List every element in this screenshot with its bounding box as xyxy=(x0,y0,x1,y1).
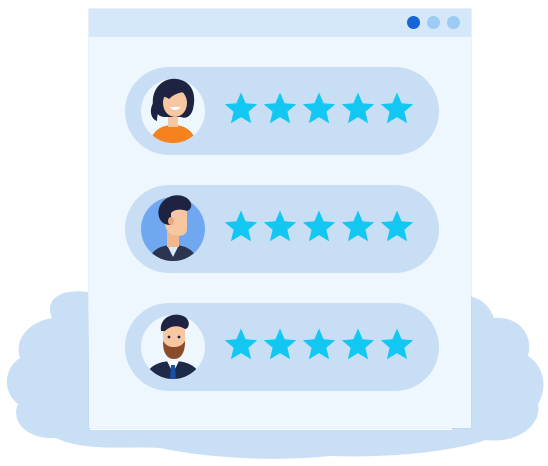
man-avatar-icon xyxy=(141,195,205,261)
star-icon xyxy=(263,328,297,360)
woman-avatar-icon xyxy=(141,78,205,143)
window-dot-2[interactable] xyxy=(427,16,440,29)
star-icon xyxy=(380,92,414,124)
star-icon xyxy=(224,92,258,124)
star-icon xyxy=(263,210,297,242)
star-rating xyxy=(223,91,415,131)
star-icon xyxy=(302,210,336,242)
review-row xyxy=(125,303,439,391)
star-icon xyxy=(380,210,414,242)
window-titlebar xyxy=(89,9,471,37)
star-rating xyxy=(223,209,415,249)
bearded-man-avatar-icon xyxy=(141,314,205,379)
star-icon xyxy=(224,328,258,360)
star-icon xyxy=(302,92,336,124)
review-row xyxy=(125,185,439,273)
star-icon xyxy=(224,210,258,242)
star-rating xyxy=(223,327,415,367)
star-icon xyxy=(341,328,375,360)
star-icon xyxy=(341,92,375,124)
window-dot-3[interactable] xyxy=(447,16,460,29)
illustration xyxy=(0,0,548,466)
window-dot-1[interactable] xyxy=(407,16,420,29)
star-icon xyxy=(380,328,414,360)
star-icon xyxy=(302,328,336,360)
star-icon xyxy=(341,210,375,242)
review-window xyxy=(89,9,471,428)
review-row xyxy=(125,67,439,155)
star-icon xyxy=(263,92,297,124)
